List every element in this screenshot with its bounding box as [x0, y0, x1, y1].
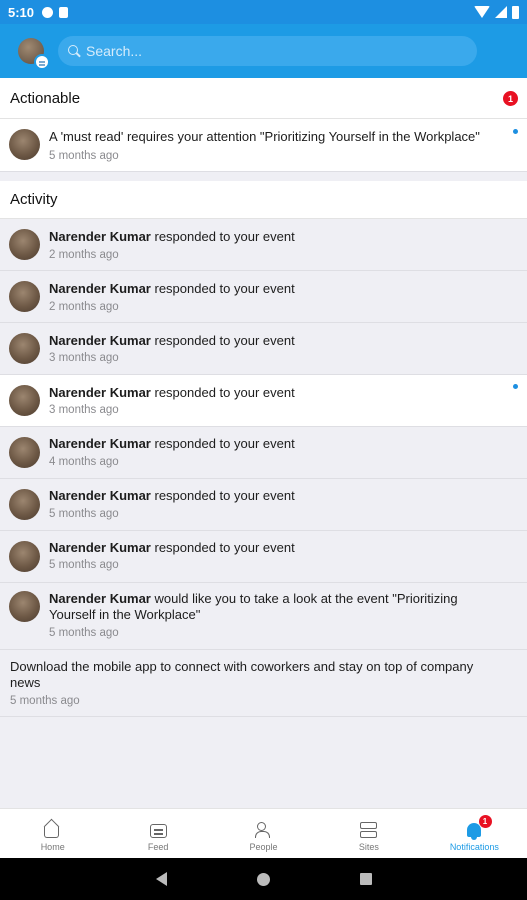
- actionable-item[interactable]: A 'must read' requires your attention "P…: [0, 119, 527, 172]
- notification-time: 4 months ago: [49, 456, 119, 468]
- home-icon: [43, 821, 62, 838]
- notification-time: 2 months ago: [49, 301, 119, 313]
- avatar: [9, 541, 40, 572]
- notifications-badge: 1: [478, 815, 492, 828]
- list-item[interactable]: Narender Kumar responded to your event 5…: [0, 479, 527, 531]
- notification-text: Narender Kumar responded to your event: [49, 281, 497, 297]
- system-navigation-bar: [0, 858, 527, 900]
- notification-time: 5 months ago: [49, 150, 119, 162]
- notification-action: responded to your event: [150, 385, 295, 400]
- notification-text: Narender Kumar responded to your event: [49, 540, 497, 556]
- notification-time: 5 months ago: [49, 627, 119, 639]
- notification-action: responded to your event: [150, 436, 295, 451]
- notification-time: 3 months ago: [49, 404, 119, 416]
- actor-name: Narender Kumar: [49, 540, 151, 555]
- activity-header: Activity: [0, 181, 527, 219]
- list-item[interactable]: Download the mobile app to connect with …: [0, 650, 527, 717]
- notification-time: 2 months ago: [49, 249, 119, 261]
- bottom-navigation: Home Feed People Sites 1 Notifications: [0, 808, 527, 858]
- nav-label: Sites: [358, 842, 379, 852]
- sd-card-icon: [59, 6, 69, 18]
- actionable-heading: Actionable: [10, 89, 81, 107]
- nav-sites[interactable]: Sites: [316, 809, 421, 858]
- avatar: [9, 281, 40, 312]
- home-button-icon[interactable]: [256, 872, 270, 886]
- nav-label: Feed: [147, 842, 169, 852]
- nav-label: Notifications: [449, 842, 499, 852]
- avatar: [9, 437, 40, 468]
- profile-status-icon: [34, 54, 50, 70]
- actor-name: Narender Kumar: [49, 488, 151, 503]
- notification-text: Narender Kumar responded to your event: [49, 229, 497, 245]
- notification-text: A 'must read' requires your attention "P…: [49, 129, 480, 144]
- search-input[interactable]: [86, 43, 466, 59]
- list-item[interactable]: Narender Kumar responded to your event 5…: [0, 531, 527, 583]
- actor-name: Narender Kumar: [49, 591, 151, 606]
- status-bar: 5:10: [0, 0, 527, 24]
- notification-time: 3 months ago: [49, 352, 119, 364]
- notification-time: 5 months ago: [49, 508, 119, 520]
- unread-dot: [513, 384, 518, 389]
- avatar: [9, 489, 40, 520]
- wifi-icon: [474, 6, 490, 18]
- avatar: [9, 591, 40, 622]
- actor-name: Narender Kumar: [49, 436, 151, 451]
- notification-action: responded to your event: [150, 333, 295, 348]
- notification-action: responded to your event: [150, 229, 295, 244]
- notification-action: responded to your event: [150, 281, 295, 296]
- nav-feed[interactable]: Feed: [105, 809, 210, 858]
- avatar: [9, 229, 40, 260]
- nav-label: People: [249, 842, 278, 852]
- notification-text: Narender Kumar would like you to take a …: [49, 591, 497, 623]
- avatar: [9, 129, 40, 160]
- search-bar[interactable]: [58, 36, 477, 66]
- nav-notifications[interactable]: 1 Notifications: [422, 809, 527, 858]
- nav-label: Home: [40, 842, 65, 852]
- notification-text: Download the mobile app to connect with …: [10, 659, 474, 690]
- nav-home[interactable]: Home: [0, 809, 105, 858]
- signal-icon: [495, 6, 507, 18]
- search-icon: [68, 45, 80, 57]
- actor-name: Narender Kumar: [49, 229, 151, 244]
- app-header: [0, 24, 527, 78]
- list-item[interactable]: Narender Kumar would like you to take a …: [0, 583, 527, 650]
- back-icon[interactable]: [155, 872, 167, 886]
- actor-name: Narender Kumar: [49, 333, 151, 348]
- avatar: [9, 385, 40, 416]
- list-item[interactable]: Narender Kumar responded to your event 3…: [0, 323, 527, 375]
- list-item[interactable]: Narender Kumar responded to your event 3…: [0, 375, 527, 427]
- avatar: [9, 333, 40, 364]
- notification-time: 5 months ago: [10, 695, 80, 707]
- recent-apps-icon[interactable]: [359, 873, 372, 885]
- sync-icon: [42, 6, 54, 18]
- actor-name: Narender Kumar: [49, 385, 151, 400]
- notification-time: 5 months ago: [49, 559, 119, 571]
- nav-people[interactable]: People: [211, 809, 316, 858]
- notification-text: Narender Kumar responded to your event: [49, 333, 497, 349]
- activity-heading: Activity: [10, 191, 58, 208]
- notification-action: responded to your event: [150, 488, 295, 503]
- actionable-header: Actionable 1: [0, 78, 527, 119]
- profile-avatar[interactable]: [18, 38, 50, 70]
- actor-name: Narender Kumar: [49, 281, 151, 296]
- people-icon: [254, 821, 273, 838]
- battery-icon: [512, 5, 519, 19]
- feed-icon: [149, 824, 167, 838]
- list-item[interactable]: Narender Kumar responded to your event 2…: [0, 219, 527, 271]
- sites-icon-lower: [360, 831, 378, 838]
- notification-text: Narender Kumar responded to your event: [49, 488, 497, 504]
- notification-action: responded to your event: [150, 540, 295, 555]
- notification-text: Narender Kumar responded to your event: [49, 436, 497, 452]
- notification-text: Narender Kumar responded to your event: [49, 385, 497, 401]
- actionable-count-badge: 1: [503, 91, 518, 106]
- unread-dot: [513, 129, 518, 134]
- list-item[interactable]: Narender Kumar responded to your event 2…: [0, 271, 527, 323]
- sites-icon: [360, 822, 378, 829]
- list-item[interactable]: Narender Kumar responded to your event 4…: [0, 427, 527, 479]
- status-time: 5:10: [8, 4, 35, 20]
